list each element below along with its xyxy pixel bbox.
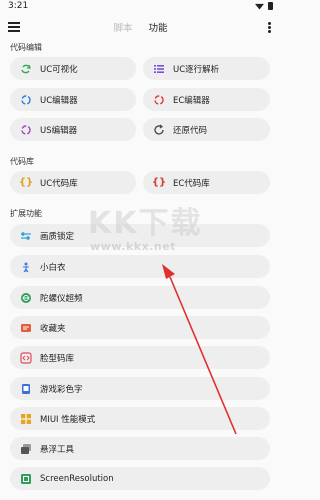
status-time: 3:21 — [8, 1, 29, 11]
ec-editor-button[interactable]: EC编辑器 — [143, 88, 270, 111]
gyro-icon — [20, 292, 32, 304]
us-editor-button[interactable]: US编辑器 — [10, 118, 136, 141]
card-label: US编辑器 — [40, 125, 78, 136]
card-label: EC代码库 — [173, 178, 210, 189]
uc-code-lib-button[interactable]: {} UC代码库 — [10, 171, 136, 194]
cycle-icon — [153, 94, 165, 106]
status-icons — [255, 2, 273, 10]
miui-performance-button[interactable]: MIUI 性能模式 — [10, 407, 270, 430]
card-label: UC编辑器 — [40, 95, 78, 106]
screen-icon — [20, 473, 32, 485]
uc-visualize-button[interactable]: UC可视化 — [10, 57, 136, 80]
card-label: UC代码库 — [40, 178, 78, 189]
more-options-icon[interactable] — [268, 22, 271, 33]
xiaobaiyi-button[interactable]: 小白衣 — [10, 255, 270, 278]
stack-icon — [20, 443, 32, 455]
folder-icon — [20, 322, 32, 334]
grid-icon — [20, 413, 32, 425]
tab-bar: 脚本 功能 — [0, 20, 281, 34]
card-label: 陀螺仪超频 — [40, 293, 83, 304]
cycle-icon — [20, 124, 32, 136]
face-code-lib-button[interactable]: 脸型码库 — [10, 346, 270, 369]
ec-code-lib-button[interactable]: {} EC代码库 — [143, 171, 270, 194]
gyro-overclock-button[interactable]: 陀螺仪超频 — [10, 286, 270, 309]
refresh-icon — [153, 124, 165, 136]
uc-editor-button[interactable]: UC编辑器 — [10, 88, 136, 111]
status-bar: 3:21 — [0, 0, 281, 14]
battery-icon — [268, 2, 273, 10]
sliders-icon — [20, 230, 32, 242]
card-label: 还原代码 — [173, 125, 208, 136]
card-label: MIUI 性能模式 — [40, 414, 96, 425]
card-label: 脸型码库 — [40, 353, 75, 364]
app-bar: 脚本 功能 — [0, 14, 281, 40]
cycle-icon — [20, 94, 32, 106]
screen-resolution-button[interactable]: ScreenResolution — [10, 467, 270, 490]
card-label: UC可视化 — [40, 64, 78, 75]
tab-functions[interactable]: 功能 — [149, 20, 168, 34]
card-label: ScreenResolution — [40, 473, 114, 484]
card-label: EC编辑器 — [173, 95, 210, 106]
section-title-code-lib: 代码库 — [10, 157, 34, 166]
wifi-icon — [255, 3, 264, 10]
card-label: 悬浮工具 — [40, 444, 75, 455]
section-title-code-edit: 代码编辑 — [10, 43, 42, 52]
restore-code-button[interactable]: 还原代码 — [143, 118, 270, 141]
code-icon — [20, 351, 32, 364]
list-icon — [153, 63, 165, 75]
doc-icon — [20, 383, 32, 395]
card-label: 画质锁定 — [40, 231, 75, 242]
person-icon — [20, 261, 32, 273]
card-label: 游戏彩色字 — [40, 384, 83, 395]
quality-lock-button[interactable]: 画质锁定 — [10, 224, 270, 247]
floating-tools-button[interactable]: 悬浮工具 — [10, 437, 270, 460]
braces-icon: {} — [151, 177, 167, 188]
tab-script[interactable]: 脚本 — [113, 20, 132, 34]
section-title-extensions: 扩展功能 — [10, 209, 42, 218]
favorites-button[interactable]: 收藏夹 — [10, 316, 270, 339]
card-label: 小白衣 — [40, 262, 66, 273]
card-label: 收藏夹 — [40, 323, 66, 334]
recycle-icon — [20, 63, 32, 75]
braces-icon: {} — [18, 177, 34, 188]
game-color-text-button[interactable]: 游戏彩色字 — [10, 377, 270, 400]
card-label: UC逐行解析 — [173, 64, 220, 75]
uc-line-parse-button[interactable]: UC逐行解析 — [143, 57, 270, 80]
